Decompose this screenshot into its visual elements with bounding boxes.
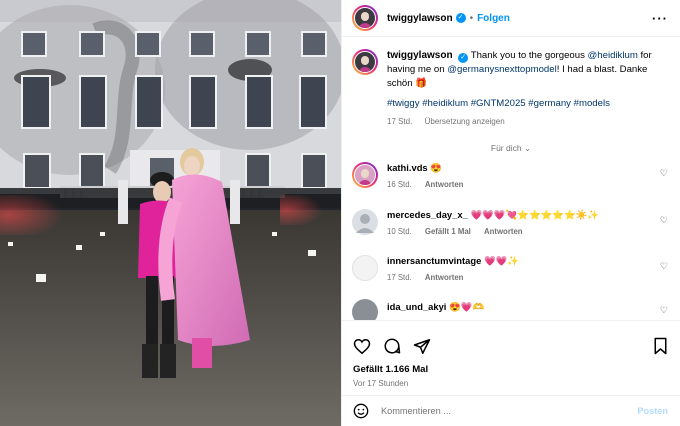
comment-username[interactable]: kathi.vds — [387, 162, 428, 173]
default-avatar-icon — [356, 214, 374, 233]
avatar[interactable] — [352, 49, 378, 75]
comment-meta: 17 Std. Antworten — [387, 273, 656, 282]
more-options-icon[interactable]: ··· — [652, 11, 668, 26]
avatar[interactable] — [352, 5, 378, 31]
reply-button[interactable]: Antworten — [484, 227, 523, 236]
comment-text: 💗💗💗💘⭐⭐⭐⭐⭐☀️✨ — [470, 209, 599, 220]
comments-scroll-area[interactable]: twiggylawson ✓ Thank you to the gorgeous… — [342, 37, 680, 320]
comment-meta: 10 Std. Gefällt 1 Mal Antworten — [387, 227, 656, 236]
comment-likes[interactable]: Gefällt 1 Mal — [425, 227, 471, 236]
comment-item: ida_und_akyi 😍💗🫶 ♡ — [342, 299, 680, 320]
like-comment-heart-icon[interactable]: ♡ — [656, 168, 668, 179]
bookmark-icon[interactable] — [653, 337, 668, 355]
post-comment-button[interactable]: Posten — [637, 406, 668, 416]
separator-dot: • — [469, 12, 474, 24]
like-comment-heart-icon[interactable]: ♡ — [656, 305, 668, 316]
caption-meta: 17 Std. Übersetzung anzeigen — [387, 117, 668, 126]
comment-item: mercedes_day_x_ 💗💗💗💘⭐⭐⭐⭐⭐☀️✨ 10 Std. Gef… — [342, 209, 680, 236]
verified-badge-icon: ✓ — [455, 13, 466, 23]
comment-age: 10 Std. — [387, 227, 412, 236]
translate-link[interactable]: Übersetzung anzeigen — [425, 117, 505, 126]
for-you-label: Für dich — [490, 143, 522, 153]
comment-text: 😍💗🫶 — [449, 301, 485, 312]
comment-input[interactable] — [381, 406, 638, 416]
comment-username[interactable]: mercedes_day_x_ — [387, 209, 468, 220]
post-photo[interactable] — [0, 0, 341, 426]
likes-count[interactable]: Gefällt 1.166 Mal — [342, 364, 680, 375]
caption-age: 17 Std. — [387, 117, 413, 126]
comment-text: 💗💗✨ — [484, 255, 520, 266]
mention-link[interactable]: @heidiklum — [588, 50, 638, 61]
post-viewer: twiggylawson ✓ • Folgen ··· twiggylawson… — [0, 0, 680, 426]
comment-text: 😍 — [430, 162, 443, 173]
comment-meta: 16 Std. Antworten — [387, 180, 656, 189]
comment-username[interactable]: innersanctumvintage — [387, 255, 481, 266]
photo-scene — [0, 0, 341, 426]
reply-button[interactable]: Antworten — [425, 180, 464, 189]
verified-badge-icon: ✓ — [458, 53, 469, 63]
chevron-down-icon: ⌄ — [523, 143, 532, 153]
like-heart-icon[interactable] — [353, 338, 371, 355]
post-side-panel: twiggylawson ✓ • Folgen ··· twiggylawson… — [341, 0, 680, 426]
comment-age: 16 Std. — [387, 180, 412, 189]
comment-item: kathi.vds 😍 16 Std. Antworten ♡ — [342, 162, 680, 189]
action-icons — [342, 321, 680, 361]
hashtags[interactable]: #twiggy #heidiklum #GNTM2025 #germany #m… — [387, 97, 668, 111]
comment-bubble-icon[interactable] — [383, 337, 401, 355]
for-you-toggle[interactable]: Für dich ⌄ — [342, 143, 680, 154]
comment-age: 17 Std. — [387, 273, 412, 282]
author-username[interactable]: twiggylawson — [387, 13, 453, 24]
comment-item: innersanctumvintage 💗💗✨ 17 Std. Antworte… — [342, 255, 680, 282]
post-header: twiggylawson ✓ • Folgen ··· — [342, 0, 680, 37]
mention-link[interactable]: @germanysnexttopmodel — [447, 64, 556, 75]
avatar[interactable] — [352, 209, 378, 235]
follow-button[interactable]: Folgen — [477, 13, 510, 24]
comment-username[interactable]: ida_und_akyi — [387, 301, 446, 312]
caption-username[interactable]: twiggylawson — [387, 50, 453, 61]
share-send-icon[interactable] — [413, 338, 431, 355]
caption-text: twiggylawson ✓ Thank you to the gorgeous… — [387, 49, 668, 91]
like-comment-heart-icon[interactable]: ♡ — [656, 215, 668, 226]
reply-button[interactable]: Antworten — [425, 273, 464, 282]
emoji-icon[interactable] — [353, 403, 369, 419]
like-comment-heart-icon[interactable]: ♡ — [656, 261, 668, 272]
posted-ago: Vor 17 Stunden — [353, 379, 409, 388]
caption: twiggylawson ✓ Thank you to the gorgeous… — [342, 37, 680, 126]
comment-box: Posten — [342, 395, 680, 426]
avatar[interactable] — [352, 255, 378, 281]
avatar[interactable] — [352, 299, 378, 320]
post-actions: Gefällt 1.166 Mal Vor 17 Stunden Posten — [342, 320, 680, 426]
avatar[interactable] — [352, 162, 378, 188]
caption-part: Thank you to the gorgeous — [470, 50, 588, 61]
